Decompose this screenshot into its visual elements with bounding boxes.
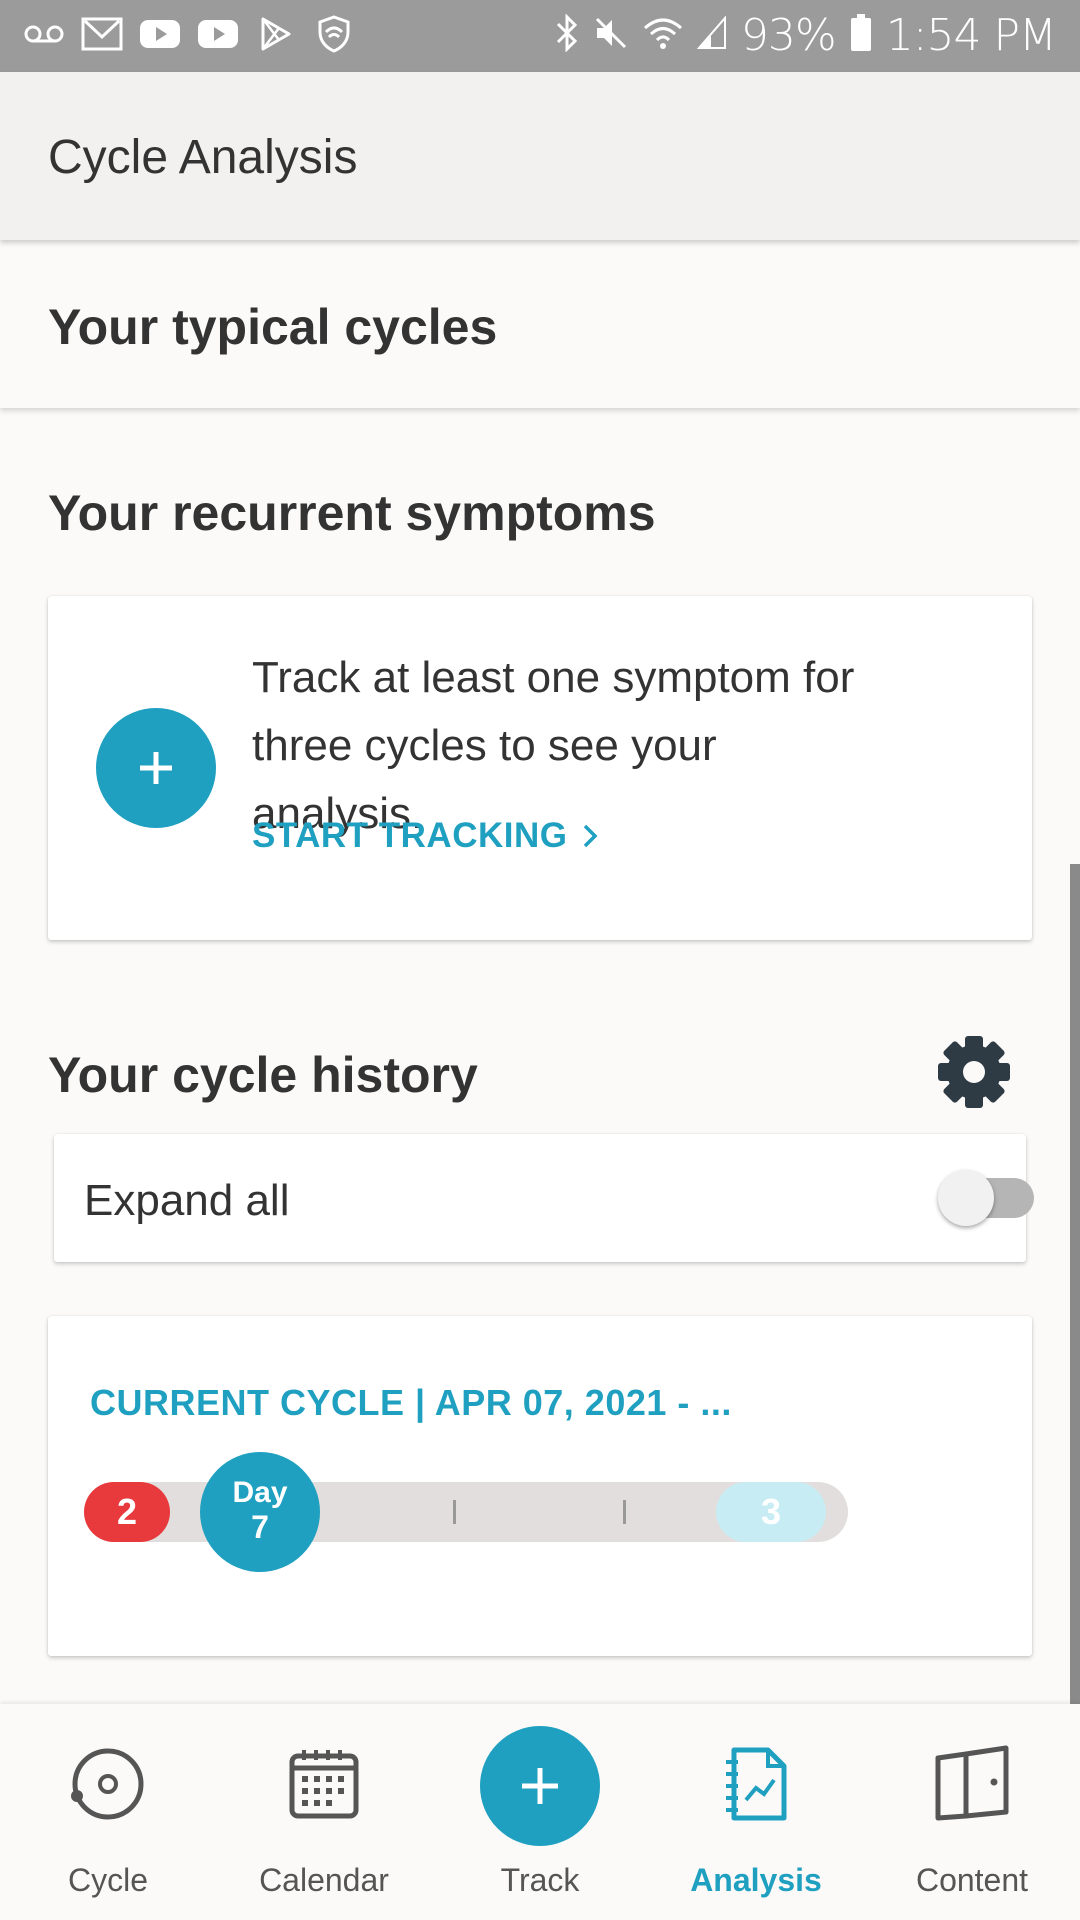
plus-icon [522,1768,558,1804]
expand-all-row[interactable]: Expand all [54,1134,1034,1262]
nav-analysis-label: Analysis [690,1862,822,1898]
expand-all-toggle[interactable] [938,1170,994,1226]
nav-cycle-label: Cycle [67,1862,148,1898]
play-store-icon [254,14,298,54]
nav-content[interactable]: Content [864,1704,1080,1920]
youtube-icon [138,14,182,54]
book-icon [935,1745,1009,1821]
add-symptom-button[interactable] [96,708,216,828]
chevron-right-icon [583,824,597,848]
gear-icon [938,1036,1010,1108]
nav-calendar[interactable]: Calendar [216,1704,432,1920]
cycle-icon [71,1748,144,1820]
nav-track[interactable]: Track [432,1704,648,1920]
analysis-icon [726,1747,787,1821]
day-label: Day [232,1476,288,1509]
youtube-icon [196,14,240,54]
typical-cycles-title: Your typical cycles [48,299,498,355]
voicemail-icon [22,14,66,54]
mute-icon [593,15,629,56]
symptoms-card: Track at least one symptom for three cyc… [48,596,1032,940]
app-bar: Cycle Analysis [0,72,1080,240]
nav-calendar-label: Calendar [259,1862,389,1898]
page-title: Cycle Analysis [48,131,358,184]
settings-button[interactable] [936,1034,1012,1110]
start-tracking-label: START TRACKING [252,816,568,855]
status-bar: 93% 1:54 PM [0,0,1080,72]
recurrent-symptoms-title: Your recurrent symptoms [48,485,656,541]
wifi-icon [643,16,683,55]
nav-content-label: Content [915,1862,1029,1898]
cycle-tick [623,1500,626,1524]
bluetooth-icon [555,13,579,57]
battery-icon [850,14,872,57]
nav-track-label: Track [500,1862,580,1898]
gmail-icon [80,14,124,54]
expand-all-label: Expand all [84,1176,290,1225]
calendar-icon [289,1750,359,1819]
start-tracking-link[interactable]: START TRACKING [252,816,598,856]
clock: 1:54 PM [885,10,1057,61]
bottom-navigation: Cycle Calendar Track Analysis Content [0,1704,1080,1920]
scrollbar[interactable] [1070,864,1080,1704]
shield-icon [312,14,356,54]
current-day-marker: Day 7 [200,1452,320,1572]
signal-icon [696,15,727,55]
nav-analysis[interactable]: Analysis [648,1704,864,1920]
day-number: 7 [251,1509,269,1545]
fertile-window-pill: 3 [716,1482,826,1542]
cycle-tick [453,1500,456,1524]
period-pill: 2 [84,1482,170,1542]
current-cycle-card[interactable]: CURRENT CYCLE | APR 07, 2021 - ... 3 2 D… [48,1316,1032,1656]
nav-cycle[interactable]: Cycle [0,1704,216,1920]
track-button[interactable] [480,1726,600,1846]
battery-level: 93% [740,10,837,61]
plus-icon [140,752,172,784]
current-cycle-header: CURRENT CYCLE | APR 07, 2021 - ... [90,1382,732,1423]
cycle-history-title: Your cycle history [48,1047,478,1103]
typical-cycles-section[interactable]: Your typical cycles [0,240,1080,408]
